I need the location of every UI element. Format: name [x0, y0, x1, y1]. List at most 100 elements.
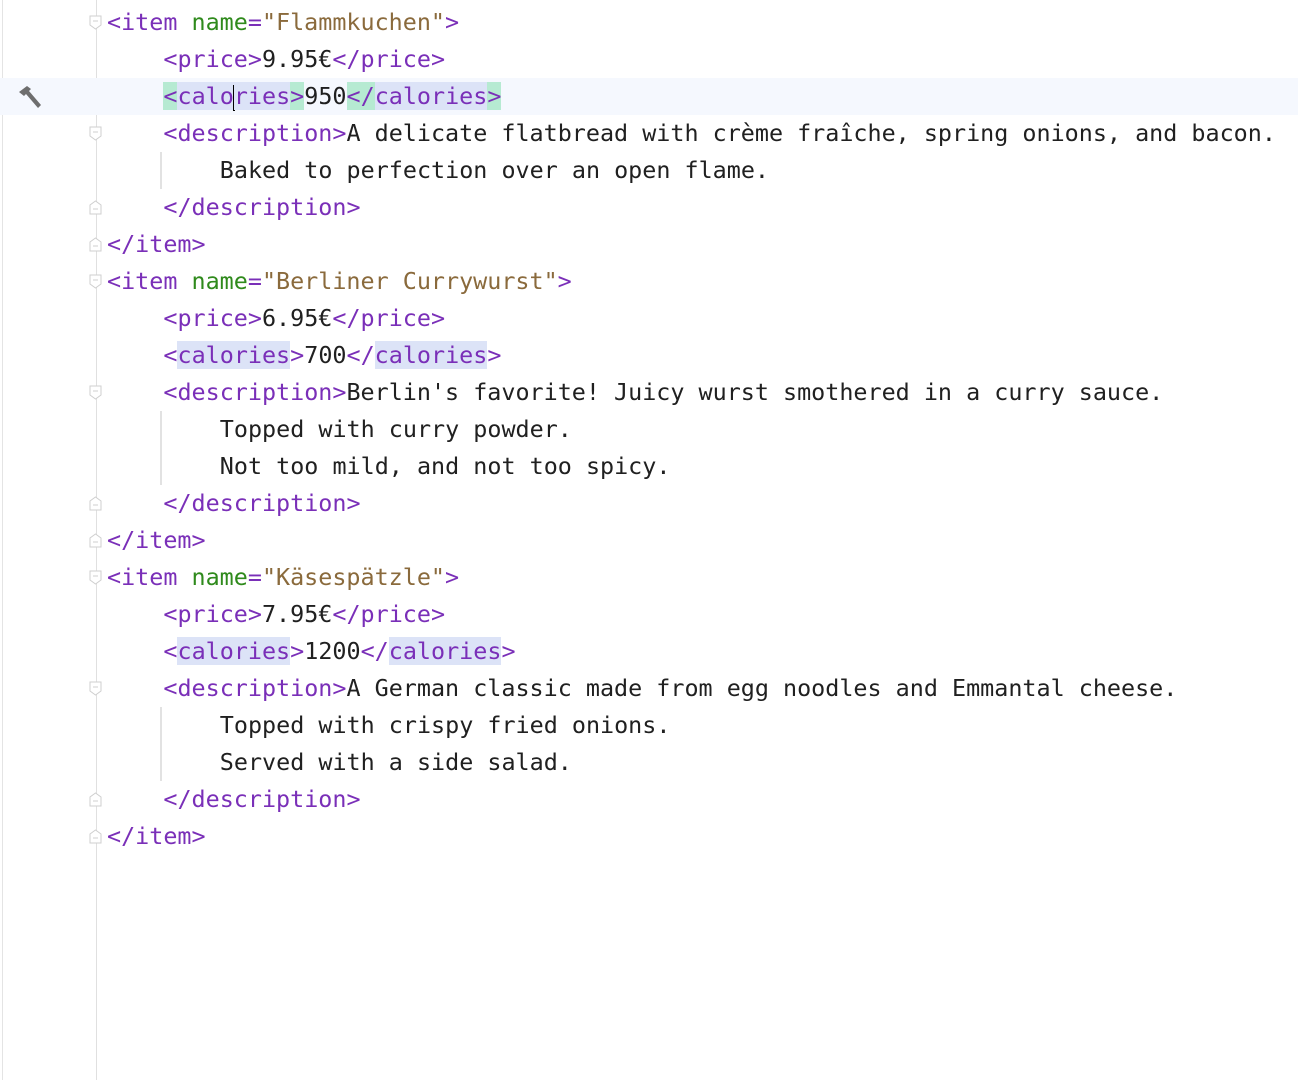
- code-line[interactable]: </item>: [0, 818, 1298, 855]
- token-attr: name: [191, 267, 248, 295]
- token-tag: <price>: [163, 304, 262, 332]
- fold-collapse-icon[interactable]: [89, 274, 102, 289]
- token-tag: <item: [107, 8, 192, 36]
- code-line-content: </item>: [107, 226, 206, 263]
- code-line[interactable]: Not too mild, and not too spicy.: [0, 448, 1298, 485]
- code-line[interactable]: <item name="Berliner Currywurst">: [0, 263, 1298, 300]
- token-tag: </item>: [107, 230, 206, 258]
- code-line[interactable]: Topped with curry powder.: [0, 411, 1298, 448]
- token-tag: >: [290, 341, 305, 369]
- token-txt: A German classic made from egg noodles a…: [346, 674, 1178, 702]
- token-txt: Baked to perfection over an open flame.: [219, 156, 770, 184]
- fold-collapse-icon[interactable]: [89, 15, 102, 30]
- token-tag: <price>: [163, 600, 262, 628]
- token-attr: name: [191, 563, 248, 591]
- token-tag: >: [290, 82, 305, 110]
- token-tag: >: [487, 341, 502, 369]
- indent-guide: [160, 707, 162, 781]
- token-tag: calories: [177, 637, 291, 665]
- fold-collapse-icon[interactable]: [89, 681, 102, 696]
- code-line-content: <description>Berlin's favorite! Juicy wu…: [163, 374, 1163, 411]
- code-line[interactable]: <calories>950</calories>: [0, 78, 1298, 115]
- token-tag: >: [487, 82, 502, 110]
- token-tag: </description>: [163, 193, 361, 221]
- token-tag: </: [360, 637, 389, 665]
- code-line[interactable]: <description>A German classic made from …: [0, 670, 1298, 707]
- code-line[interactable]: Baked to perfection over an open flame.: [0, 152, 1298, 189]
- code-line[interactable]: <price>9.95€</price>: [0, 41, 1298, 78]
- code-line[interactable]: </item>: [0, 226, 1298, 263]
- code-line-content: <description>A German classic made from …: [163, 670, 1177, 707]
- code-line-content: Topped with crispy fried onions.: [220, 707, 671, 744]
- hammer-icon[interactable]: [16, 84, 44, 112]
- token-tag: calo: [177, 82, 234, 110]
- token-tag: <item: [107, 563, 192, 591]
- fold-end-icon[interactable]: [89, 533, 102, 548]
- token-tag: <price>: [163, 45, 262, 73]
- indent-guide: [160, 411, 162, 485]
- token-tag: calories: [388, 637, 502, 665]
- fold-collapse-icon[interactable]: [89, 385, 102, 400]
- code-line-content: <item name="Flammkuchen">: [107, 4, 459, 41]
- token-val: "Berliner Currywurst": [261, 267, 558, 295]
- fold-end-icon[interactable]: [89, 792, 102, 807]
- token-txt: Topped with curry powder.: [219, 415, 572, 443]
- fold-end-icon[interactable]: [89, 496, 102, 511]
- token-tag: </item>: [107, 822, 206, 850]
- token-txt: 7.95€: [261, 600, 333, 628]
- fold-end-icon[interactable]: [89, 829, 102, 844]
- code-line-content: <item name="Berliner Currywurst">: [107, 263, 572, 300]
- token-tag: calories: [374, 82, 488, 110]
- fold-collapse-icon[interactable]: [89, 126, 102, 141]
- code-line[interactable]: <price>6.95€</price>: [0, 300, 1298, 337]
- token-tag: =: [247, 8, 262, 36]
- code-line[interactable]: Topped with crispy fried onions.: [0, 707, 1298, 744]
- token-tag: =: [247, 267, 262, 295]
- code-line-content: Not too mild, and not too spicy.: [220, 448, 671, 485]
- code-line-content: <calories>700</calories>: [163, 337, 501, 374]
- token-txt: 1200: [304, 637, 361, 665]
- code-line[interactable]: </description>: [0, 781, 1298, 818]
- token-txt: 950: [304, 82, 347, 110]
- code-line[interactable]: <calories>700</calories>: [0, 337, 1298, 374]
- fold-collapse-icon[interactable]: [89, 570, 102, 585]
- fold-end-icon[interactable]: [89, 237, 102, 252]
- token-txt: 6.95€: [261, 304, 333, 332]
- token-tag: <description>: [163, 674, 347, 702]
- code-line[interactable]: Served with a side salad.: [0, 744, 1298, 781]
- token-tag: </: [346, 82, 375, 110]
- code-line[interactable]: </item>: [0, 522, 1298, 559]
- code-line-content: <description>A delicate flatbread with c…: [163, 115, 1276, 152]
- code-line[interactable]: <item name="Flammkuchen">: [0, 4, 1298, 41]
- code-line[interactable]: <calories>1200</calories>: [0, 633, 1298, 670]
- token-txt: Topped with crispy fried onions.: [219, 711, 671, 739]
- token-tag: calories: [374, 341, 488, 369]
- token-tag: </price>: [332, 600, 446, 628]
- code-line[interactable]: <description>Berlin's favorite! Juicy wu…: [0, 374, 1298, 411]
- token-txt: Berlin's favorite! Juicy wurst smothered…: [346, 378, 1164, 406]
- code-line[interactable]: <description>A delicate flatbread with c…: [0, 115, 1298, 152]
- token-txt: Not too mild, and not too spicy.: [219, 452, 671, 480]
- code-line-content: </description>: [163, 781, 360, 818]
- code-line[interactable]: </description>: [0, 485, 1298, 522]
- token-tag: </price>: [332, 45, 446, 73]
- code-line[interactable]: <price>7.95€</price>: [0, 596, 1298, 633]
- token-tag: >: [501, 637, 516, 665]
- code-line-content: <price>9.95€</price>: [163, 41, 445, 78]
- code-line[interactable]: <item name="Käsespätzle">: [0, 559, 1298, 596]
- code-line-content: <price>6.95€</price>: [163, 300, 445, 337]
- token-tag: <description>: [163, 378, 347, 406]
- token-txt: A delicate flatbread with crème fraîche,…: [346, 119, 1276, 147]
- code-line-content: Topped with curry powder.: [220, 411, 572, 448]
- code-line-content: Served with a side salad.: [220, 744, 572, 781]
- token-tag: </item>: [107, 526, 206, 554]
- token-tag: <: [163, 82, 178, 110]
- token-tag: >: [557, 267, 572, 295]
- code-line-content: <calories>1200</calories>: [163, 633, 516, 670]
- token-tag: <: [163, 637, 178, 665]
- token-tag: >: [445, 8, 460, 36]
- fold-end-icon[interactable]: [89, 200, 102, 215]
- code-line[interactable]: </description>: [0, 189, 1298, 226]
- code-line-content: <calories>950</calories>: [163, 78, 502, 115]
- token-tag: >: [290, 637, 305, 665]
